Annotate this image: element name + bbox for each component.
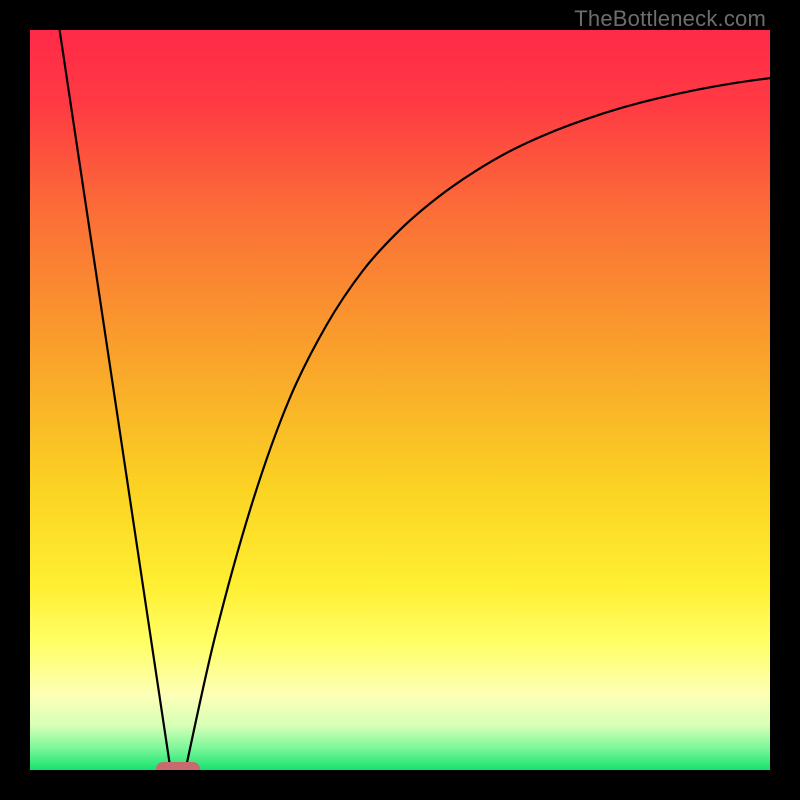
chart-frame: TheBottleneck.com [0,0,800,800]
watermark-text: TheBottleneck.com [574,6,766,32]
optimum-marker [156,762,200,770]
plot-area [30,30,770,770]
bottleneck-curve [30,30,770,770]
